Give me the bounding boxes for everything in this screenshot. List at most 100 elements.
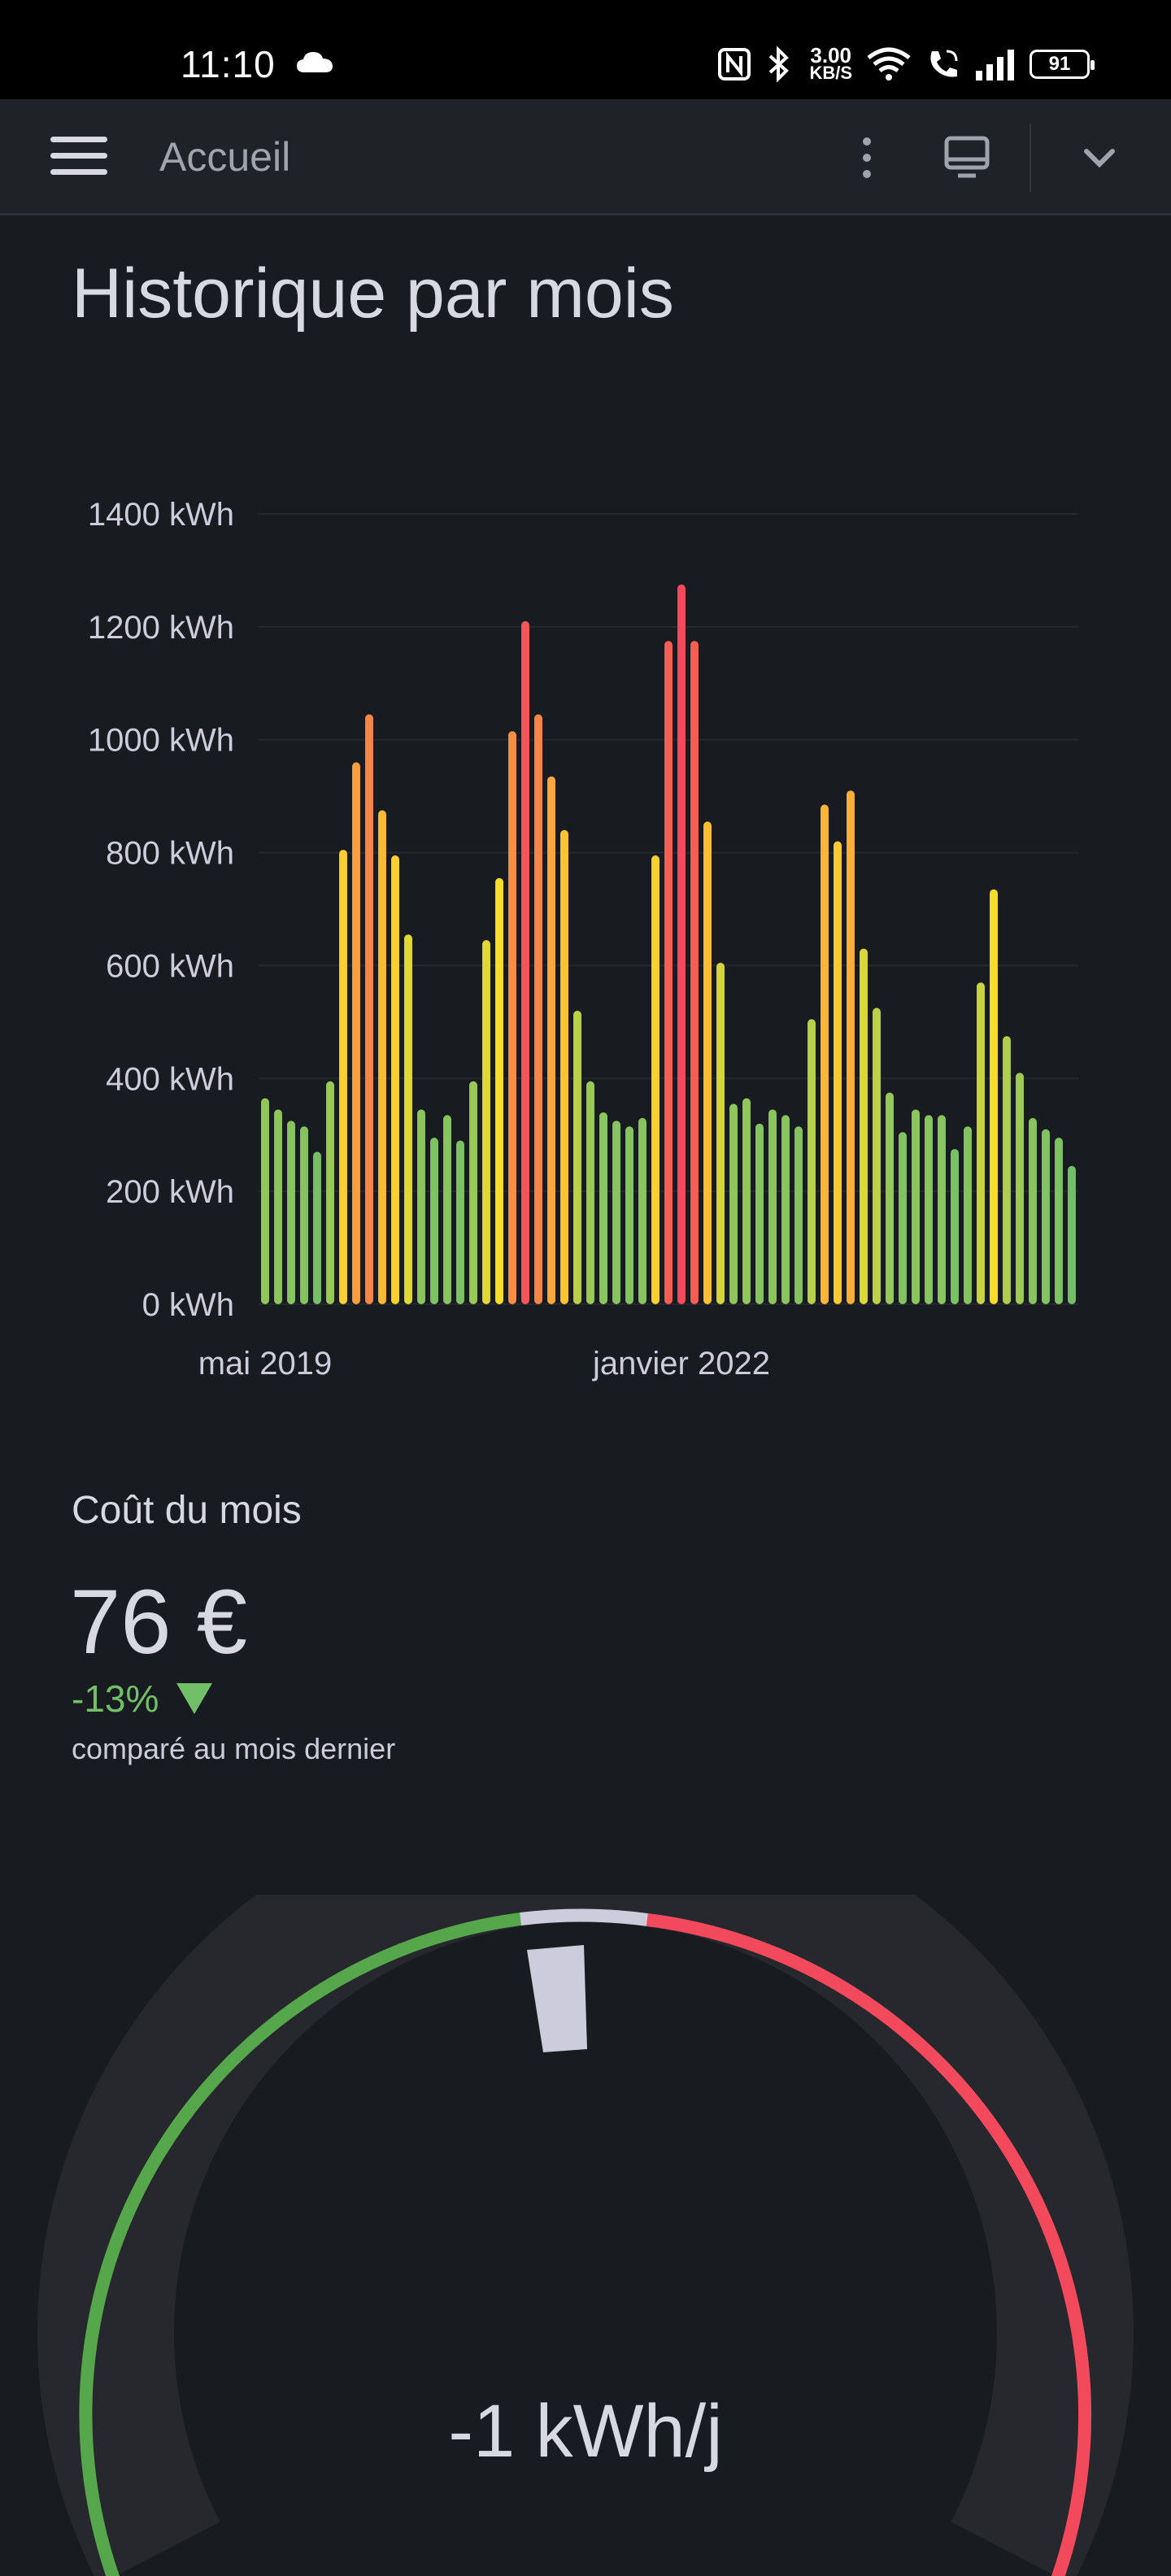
bar[interactable] xyxy=(365,714,373,1304)
stat-delta: -13% xyxy=(72,1677,213,1721)
kebab-menu-icon[interactable] xyxy=(849,133,885,182)
wifi-call-icon xyxy=(930,50,958,77)
gauge-threshold-neutral xyxy=(520,1908,649,1926)
dashboard-topbar: Accueil xyxy=(0,99,1171,215)
bar[interactable] xyxy=(508,731,516,1304)
y-tick-label: 1000 kWh xyxy=(88,723,234,759)
bar[interactable] xyxy=(573,1010,581,1304)
breadcrumb[interactable]: Accueil xyxy=(159,133,290,181)
gauge-value-marker xyxy=(527,1945,587,2052)
bar[interactable] xyxy=(860,948,868,1304)
bar[interactable] xyxy=(834,841,842,1304)
bar[interactable] xyxy=(1042,1129,1050,1304)
stat-subtitle: comparé au mois dernier xyxy=(72,1732,396,1765)
bar[interactable] xyxy=(716,962,725,1304)
bar[interactable] xyxy=(261,1098,269,1304)
bar[interactable] xyxy=(638,1117,646,1304)
stat-value: 76 € xyxy=(70,1571,247,1673)
bar[interactable] xyxy=(300,1126,308,1304)
bar[interactable] xyxy=(873,1007,881,1305)
y-tick-label: 1400 kWh xyxy=(88,497,234,533)
bar[interactable] xyxy=(794,1126,803,1304)
bar[interactable] xyxy=(430,1138,438,1304)
bar[interactable] xyxy=(912,1109,920,1304)
down-triangle-icon xyxy=(176,1683,213,1714)
bar[interactable] xyxy=(990,889,998,1304)
bar[interactable] xyxy=(599,1112,607,1304)
battery-icon: 91 xyxy=(1030,50,1095,79)
bar[interactable] xyxy=(326,1081,334,1304)
bar[interactable] xyxy=(690,641,699,1304)
monthly-history-chart: 0 kWh 200 kWh 400 kWh 600 kWh 800 kWh 1000 kW… xyxy=(0,455,1171,1399)
bluetooth-icon xyxy=(769,46,790,82)
bar[interactable] xyxy=(612,1120,620,1304)
bar[interactable] xyxy=(339,850,347,1304)
bar[interactable] xyxy=(847,790,855,1304)
wifi-icon xyxy=(867,47,911,80)
y-tick-label: 400 kWh xyxy=(106,1061,234,1097)
bar[interactable] xyxy=(560,829,568,1304)
bar[interactable] xyxy=(1029,1117,1037,1304)
bar[interactable] xyxy=(547,776,555,1304)
bar[interactable] xyxy=(742,1098,751,1304)
bar[interactable] xyxy=(886,1092,894,1304)
bar[interactable] xyxy=(964,1126,972,1304)
bar[interactable] xyxy=(417,1109,425,1304)
bar-chart-svg: 0 kWh 200 kWh 400 kWh 600 kWh 800 kWh 1000 kW… xyxy=(88,497,1078,1382)
bar[interactable] xyxy=(1068,1165,1076,1304)
bar[interactable] xyxy=(755,1123,764,1304)
bar[interactable] xyxy=(977,982,985,1304)
bar[interactable] xyxy=(313,1151,321,1304)
bar[interactable] xyxy=(938,1115,946,1304)
bar[interactable] xyxy=(1003,1036,1011,1304)
bar[interactable] xyxy=(899,1132,907,1304)
bar[interactable] xyxy=(469,1081,477,1304)
bar[interactable] xyxy=(1016,1073,1024,1304)
bar[interactable] xyxy=(951,1149,959,1304)
bar[interactable] xyxy=(768,1109,777,1304)
status-time: 11:10 xyxy=(181,43,276,85)
bar[interactable] xyxy=(651,855,660,1304)
bar[interactable] xyxy=(821,804,829,1304)
x-tick-label: mai 2019 xyxy=(198,1346,333,1382)
bar[interactable] xyxy=(703,821,712,1304)
y-tick-label: 0 kWh xyxy=(142,1287,234,1323)
y-tick-label: 1200 kWh xyxy=(88,610,234,646)
bar[interactable] xyxy=(586,1081,594,1304)
panel-title: Historique par mois xyxy=(72,255,674,333)
bar[interactable] xyxy=(443,1115,451,1304)
bar[interactable] xyxy=(378,810,386,1305)
y-tick-label: 600 kWh xyxy=(106,948,234,984)
toolbar-divider xyxy=(1030,124,1031,192)
bar[interactable] xyxy=(456,1140,464,1304)
x-tick-label: janvier 2022 xyxy=(592,1346,770,1382)
bar[interactable] xyxy=(925,1115,933,1304)
chevron-down-icon[interactable] xyxy=(1082,141,1117,174)
bar[interactable] xyxy=(808,1019,816,1304)
signal-icon xyxy=(976,50,1014,80)
bar[interactable] xyxy=(274,1109,282,1304)
menu-icon[interactable] xyxy=(50,137,107,177)
monitor-icon[interactable] xyxy=(942,132,992,182)
stat-title: Coût du mois xyxy=(72,1489,302,1532)
bar[interactable] xyxy=(729,1103,738,1304)
bar[interactable] xyxy=(391,855,399,1304)
bar[interactable] xyxy=(664,641,673,1304)
y-tick-label: 800 kWh xyxy=(106,836,234,872)
network-speed: 3.00 KB/S xyxy=(809,43,852,83)
bar[interactable] xyxy=(781,1115,790,1304)
bar[interactable] xyxy=(677,584,686,1304)
bar[interactable] xyxy=(495,877,503,1304)
bar[interactable] xyxy=(287,1120,295,1304)
bar[interactable] xyxy=(482,940,490,1304)
bar[interactable] xyxy=(352,762,360,1304)
bar[interactable] xyxy=(521,620,529,1304)
gauge-value: -1 kWh/j xyxy=(448,2390,723,2473)
nfc-icon xyxy=(718,48,751,80)
status-bar: 11:10 3.00 KB/S 91 xyxy=(0,0,1171,99)
bar[interactable] xyxy=(534,714,542,1304)
bar[interactable] xyxy=(1055,1138,1063,1304)
bar[interactable] xyxy=(625,1126,633,1304)
y-tick-label: 200 kWh xyxy=(106,1174,234,1210)
bar[interactable] xyxy=(404,934,412,1304)
